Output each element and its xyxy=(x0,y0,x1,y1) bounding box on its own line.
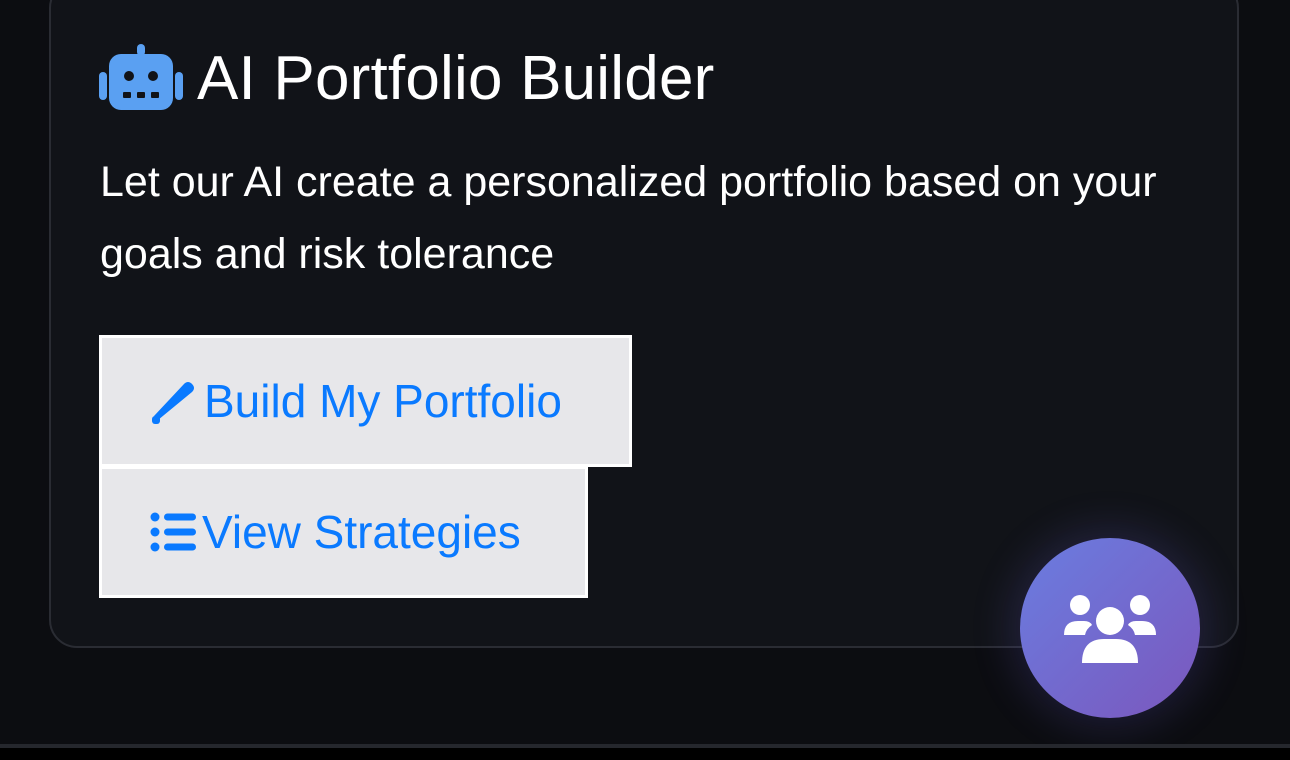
card-description: Let our AI create a personalized portfol… xyxy=(100,158,1157,278)
card-title: AI Portfolio Builder xyxy=(197,43,715,113)
bottom-bar xyxy=(0,748,1290,760)
users-icon xyxy=(1064,595,1156,663)
card-header: AI Portfolio Builder xyxy=(99,42,714,114)
pencil-icon xyxy=(152,382,194,424)
list-icon xyxy=(150,512,196,552)
robot-icon xyxy=(99,44,183,110)
build-portfolio-button[interactable]: Build My Portfolio xyxy=(99,335,632,467)
community-fab-button[interactable] xyxy=(1020,538,1200,718)
build-portfolio-label: Build My Portfolio xyxy=(204,375,562,427)
view-strategies-label: View Strategies xyxy=(202,506,521,558)
view-strategies-button[interactable]: View Strategies xyxy=(99,466,588,598)
